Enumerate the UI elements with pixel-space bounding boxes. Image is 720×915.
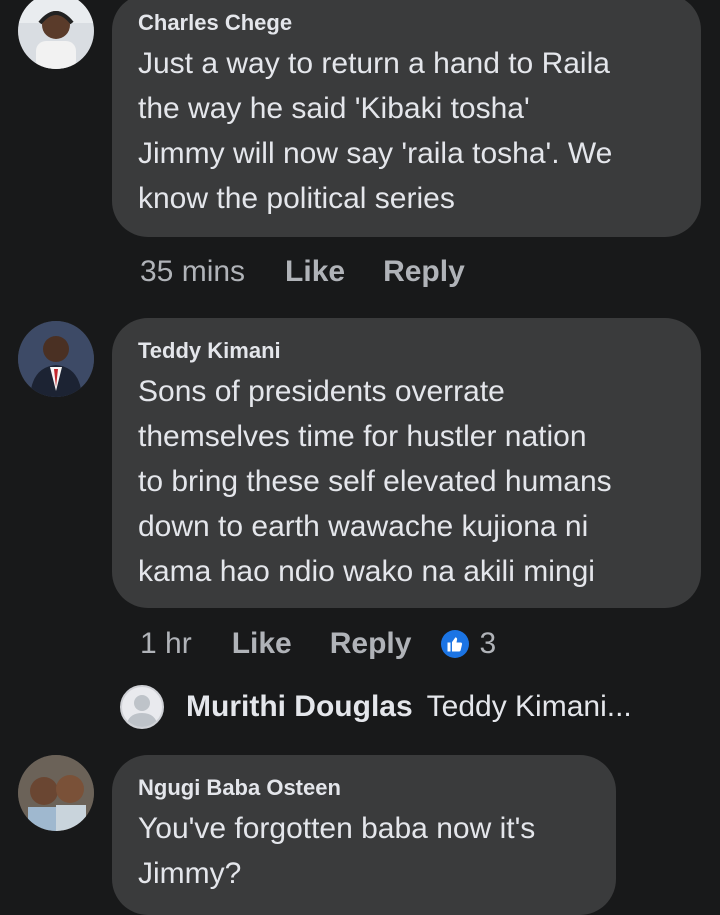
comment-timestamp[interactable]: 1 hr — [140, 627, 192, 661]
profile-photo — [18, 755, 94, 831]
comment-actions: 1 hr Like Reply 3 — [140, 624, 496, 664]
avatar-teddy-kimani[interactable] — [18, 321, 94, 397]
view-reply-row[interactable]: Murithi Douglas Teddy Kimani... — [120, 684, 632, 730]
reaction-count[interactable]: 3 — [479, 627, 496, 661]
like-button[interactable]: Like — [232, 627, 292, 661]
thumbs-up-glyph — [447, 637, 463, 652]
comment-bubble: Charles Chege Just a way to return a han… — [112, 0, 701, 237]
comment-bubble: Ngugi Baba Osteen You've forgotten baba … — [112, 755, 616, 915]
comment-text: Sons of presidents overrate themselves t… — [138, 375, 612, 588]
like-button[interactable]: Like — [285, 255, 345, 289]
reply-button[interactable]: Reply — [330, 627, 412, 661]
comment-author[interactable]: Teddy Kimani — [138, 336, 675, 366]
comment-author[interactable]: Charles Chege — [138, 8, 675, 38]
reply-snippet[interactable]: Teddy Kimani... — [427, 690, 632, 724]
comment-text: You've forgotten baba now it's Jimmy? — [138, 812, 536, 890]
avatar-ngugi-baba-osteen[interactable] — [18, 755, 94, 831]
comment-actions: 35 mins Like Reply — [140, 252, 503, 292]
comment-bubble: Teddy Kimani Sons of presidents overrate… — [112, 318, 701, 608]
reply-avatar — [120, 685, 164, 729]
reply-author[interactable]: Murithi Douglas — [186, 690, 413, 724]
profile-photo — [18, 321, 94, 397]
avatar-charles-chege[interactable] — [18, 0, 94, 69]
comment-author[interactable]: Ngugi Baba Osteen — [138, 773, 590, 803]
comment-text: Just a way to return a hand to Raila the… — [138, 47, 613, 215]
profile-photo — [18, 0, 94, 69]
reply-button[interactable]: Reply — [383, 255, 465, 289]
default-avatar-icon — [126, 695, 158, 727]
thumbs-up-icon[interactable] — [441, 630, 470, 658]
comment-timestamp[interactable]: 35 mins — [140, 255, 245, 289]
